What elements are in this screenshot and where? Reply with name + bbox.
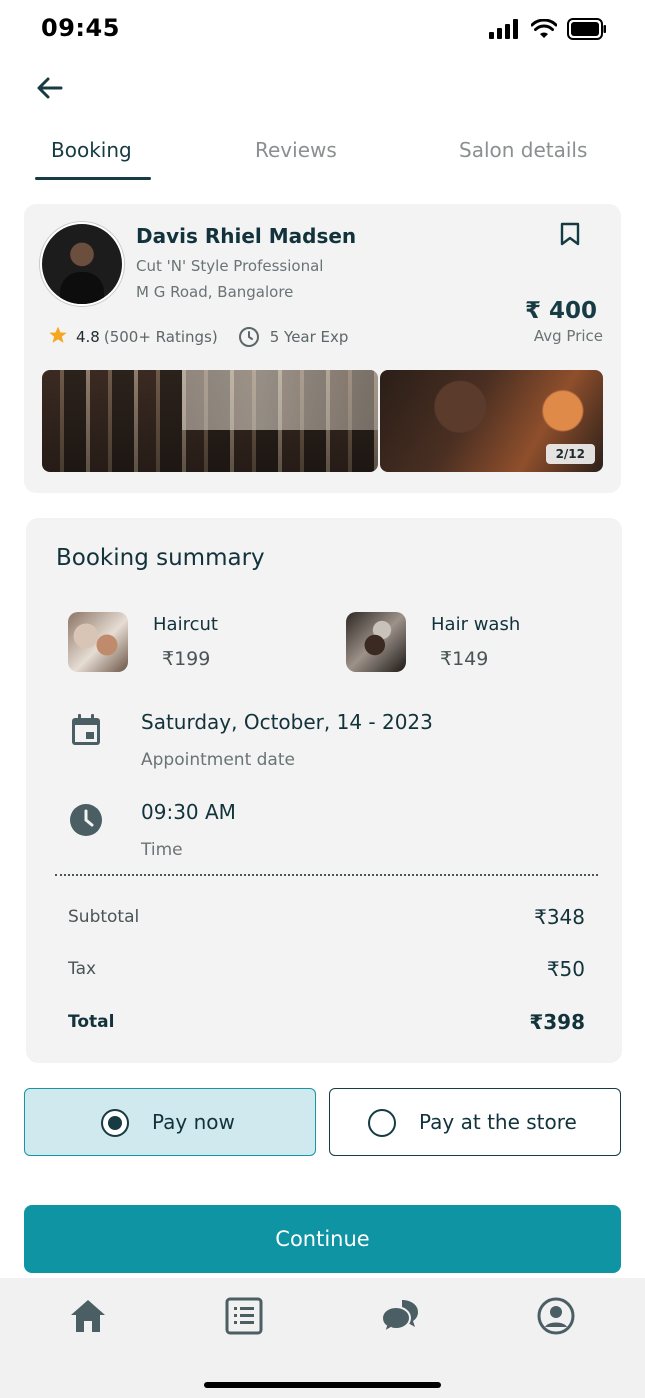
tab-booking[interactable]: Booking (51, 138, 132, 162)
list-icon (225, 1297, 263, 1339)
service-price: ₹149 (440, 648, 489, 670)
tab-reviews[interactable]: Reviews (255, 138, 337, 162)
avatar (40, 222, 124, 306)
service-name: Hair wash (431, 614, 521, 635)
tab-salon-details[interactable]: Salon details (459, 138, 587, 162)
active-tab-indicator (35, 177, 151, 180)
service-thumbnail (68, 612, 128, 672)
chat-icon (380, 1297, 420, 1339)
gallery-photo[interactable] (42, 370, 378, 472)
radio-selected[interactable] (101, 1109, 129, 1137)
subtotal-label: Subtotal (68, 907, 140, 927)
calendar-icon (66, 710, 106, 750)
bookmark-icon (559, 222, 581, 250)
tax-amount: ₹50 (546, 957, 585, 981)
total-label: Total (68, 1012, 115, 1032)
service-price: ₹199 (162, 648, 211, 670)
pay-now-option[interactable]: Pay now (24, 1088, 316, 1156)
profile-icon (537, 1297, 575, 1339)
stylist-name: Davis Rhiel Madsen (136, 224, 357, 248)
stylist-meta: 4.8 (500+ Ratings) 5 Year Exp (48, 325, 348, 349)
status-time: 09:45 (41, 14, 120, 42)
wifi-icon (530, 18, 558, 43)
pay-now-label: Pay now (152, 1110, 235, 1134)
status-bar: 09:45 (0, 0, 645, 60)
avg-price-caption: Avg Price (533, 327, 603, 345)
home-icon (69, 1298, 107, 1338)
bottom-nav (0, 1278, 645, 1398)
bookmark-button[interactable] (559, 222, 581, 250)
summary-title: Booking summary (56, 545, 265, 571)
signal-icon (489, 19, 521, 43)
pay-at-store-option[interactable]: Pay at the store (329, 1088, 621, 1156)
subtotal-amount: ₹348 (534, 905, 585, 929)
back-button[interactable] (30, 70, 70, 110)
appointment-time-label: Time (141, 840, 183, 860)
nav-home[interactable] (66, 1296, 110, 1340)
status-icons (489, 18, 607, 44)
nav-profile[interactable] (534, 1296, 578, 1340)
salon-gallery[interactable]: 2/12 (42, 370, 603, 472)
service-name: Haircut (153, 614, 218, 635)
radio-unselected[interactable] (368, 1109, 396, 1137)
home-indicator (204, 1382, 441, 1388)
star-icon (48, 325, 68, 349)
salon-location: M G Road, Bangalore (136, 283, 294, 301)
nav-chat[interactable] (378, 1296, 422, 1340)
rating-count: (500+ Ratings) (103, 328, 218, 346)
tab-bar: Booking Reviews Salon details (0, 130, 645, 182)
appointment-time: 09:30 AM (141, 800, 236, 824)
appointment-date: Saturday, October, 14 - 2023 (141, 710, 433, 734)
pay-at-store-label: Pay at the store (419, 1110, 577, 1134)
booking-summary-card: Booking summary Haircut ₹199 Hair wash ₹… (26, 518, 622, 1063)
gallery-counter: 2/12 (545, 444, 595, 464)
avg-price: ₹ 400 (524, 298, 597, 324)
tax-label: Tax (68, 959, 97, 979)
arrow-left-icon (36, 74, 64, 106)
total-amount: ₹398 (529, 1010, 585, 1034)
divider (55, 874, 598, 876)
service-thumbnail (346, 612, 406, 672)
stylist-title: Cut 'N' Style Professional (136, 257, 324, 275)
clock-icon (238, 326, 260, 348)
rating-value: 4.8 (76, 328, 100, 346)
appointment-date-label: Appointment date (141, 750, 295, 770)
gallery-photo[interactable]: 2/12 (380, 370, 603, 472)
continue-button[interactable]: Continue (24, 1205, 621, 1273)
stylist-profile-card: Davis Rhiel Madsen Cut 'N' Style Profess… (24, 204, 621, 493)
experience: 5 Year Exp (269, 328, 349, 346)
battery-icon (567, 18, 607, 44)
clock-icon (66, 800, 106, 840)
nav-bookings[interactable] (222, 1296, 266, 1340)
